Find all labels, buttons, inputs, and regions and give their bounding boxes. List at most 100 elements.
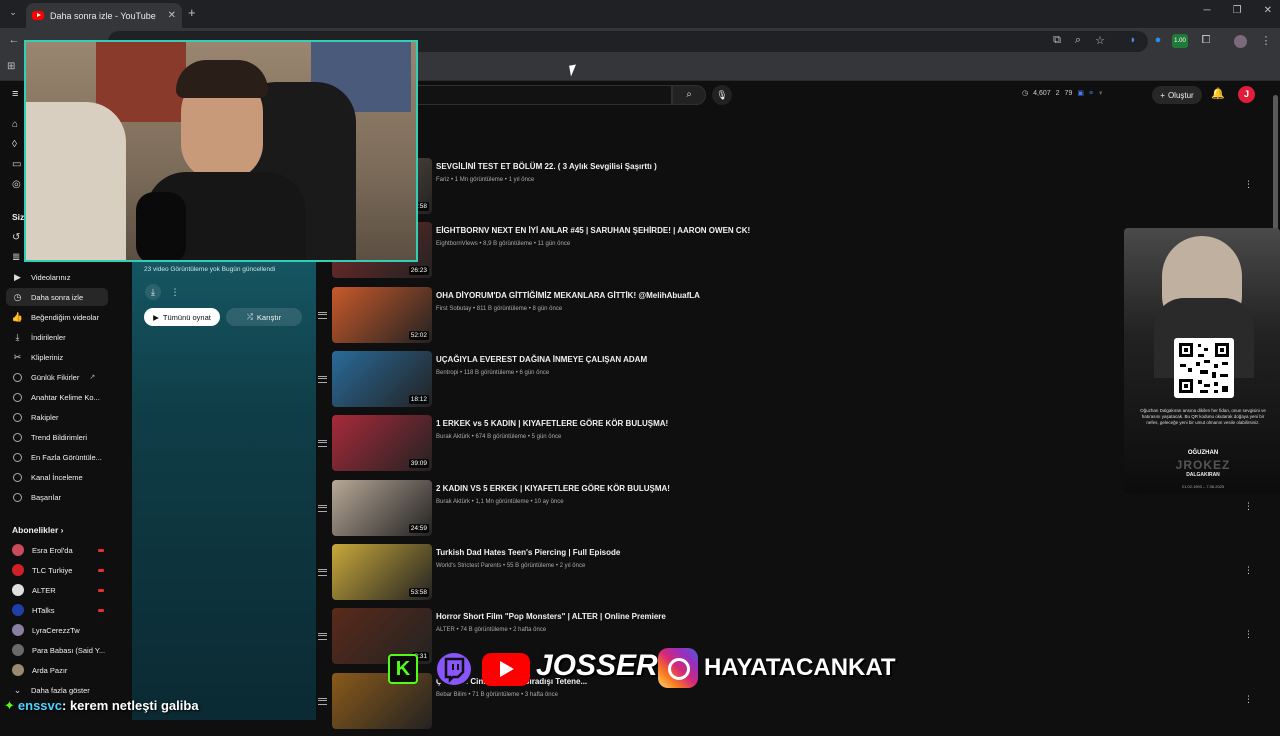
music-icon[interactable]: ◎ xyxy=(12,179,21,190)
video-thumbnail[interactable]: 18:12 xyxy=(332,351,432,407)
sidebar-item[interactable]: Anahtar Kelime Ko... xyxy=(6,388,108,406)
video-thumbnail[interactable]: 24:59 xyxy=(332,480,432,536)
browser-tab[interactable]: Daha sonra izle - YouTube ✕ xyxy=(26,3,182,28)
browser-menu-icon[interactable]: ⋮ xyxy=(1258,34,1274,47)
live-indicator-icon xyxy=(98,548,104,552)
video-title[interactable]: Turkish Dad Hates Teen's Piercing | Full… xyxy=(436,548,620,557)
sidebar-item[interactable]: ⤓ İndirilenler xyxy=(6,328,108,346)
extensions-puzzle-icon[interactable]: ⧠ xyxy=(1198,34,1214,47)
video-thumbnail[interactable]: 39:09 xyxy=(332,415,432,471)
instagram-logo-icon xyxy=(658,648,698,688)
sidebar-item[interactable]: ▶ Videolarınız xyxy=(6,268,108,286)
maximize-icon[interactable]: ❐ xyxy=(1233,5,1242,16)
sidebar-item[interactable]: Kanal İnceleme xyxy=(6,468,108,486)
drag-handle-icon[interactable] xyxy=(318,376,327,383)
video-title[interactable]: 2 KADIN VS 5 ERKEK | KIYAFETLERE GÖRE KÖ… xyxy=(436,484,670,493)
video-title[interactable]: SEVGİLİNİ TEST ET BÖLÜM 22. ( 3 Aylık Se… xyxy=(436,162,657,171)
kick-logo-icon: K xyxy=(388,654,418,684)
close-tab-icon[interactable]: ✕ xyxy=(168,10,176,21)
more-options-icon[interactable]: ⋮ xyxy=(1244,179,1253,190)
create-button[interactable]: + Oluştur xyxy=(1152,86,1202,104)
zoom-icon[interactable]: ⌕ xyxy=(1070,34,1086,47)
subscription-item[interactable]: Esra Erol'da xyxy=(6,541,108,559)
video-title[interactable]: UÇAĞIYLA EVEREST DAĞINA İNMEYE ÇALIŞAN A… xyxy=(436,355,647,364)
drag-handle-icon[interactable] xyxy=(318,440,327,447)
show-more-label: Daha fazla göster xyxy=(31,685,90,695)
subscription-item[interactable]: HTalks xyxy=(6,601,108,619)
back-icon[interactable]: ← xyxy=(6,34,22,46)
sidebar-item[interactable]: Trend Bildirimleri xyxy=(6,428,108,446)
subscription-item[interactable]: Arda Pazır xyxy=(6,661,108,679)
tab-search-icon[interactable]: ⌄ xyxy=(6,7,20,21)
video-title[interactable]: OHA DİYORUM'DA GİTTİĞİMİZ MEKANLARA GİTT… xyxy=(436,291,700,300)
playlists-icon[interactable]: ≣ xyxy=(12,252,20,263)
sidebar-item[interactable]: 👍 Beğendiğim videolar xyxy=(6,308,108,326)
drag-handle-icon[interactable] xyxy=(318,633,327,640)
sidebar-item-label: Daha sonra izle xyxy=(31,292,84,302)
apps-grid-icon[interactable]: ⊞ xyxy=(7,61,15,72)
sidebar-item[interactable]: Başarılar xyxy=(6,488,108,506)
play-all-label: Tümünü oynat xyxy=(162,312,211,322)
channel-avatar xyxy=(12,604,24,616)
extension-badge[interactable]: 1.00 xyxy=(1172,34,1188,48)
more-options-icon[interactable]: ⋮ xyxy=(1244,694,1253,705)
home-icon[interactable]: ⌂ xyxy=(12,119,18,130)
profile-avatar[interactable] xyxy=(1234,35,1247,48)
notifications-bell-icon[interactable]: 🔔 xyxy=(1211,87,1225,100)
extension-icon[interactable]: ≡ xyxy=(1089,90,1093,97)
video-icon: ▶ xyxy=(14,271,21,282)
voice-search-button[interactable]: 🎙 xyxy=(712,85,732,105)
subscription-item[interactable]: Para Babası (Said Y... xyxy=(6,641,108,659)
clock-icon: ◷ xyxy=(13,291,22,302)
bookmark-star-icon[interactable]: ☆ xyxy=(1092,34,1108,47)
drag-handle-icon[interactable] xyxy=(318,312,327,319)
install-app-icon[interactable]: ⧉ xyxy=(1049,34,1065,47)
video-meta: Bentropi • 118 B görüntüleme • 6 gün önc… xyxy=(436,370,550,376)
video-thumbnail[interactable]: 52:02 xyxy=(332,287,432,343)
show-more-button[interactable]: ⌄ Daha fazla göster xyxy=(6,681,108,699)
chevron-down-icon: ⌄ xyxy=(13,684,22,695)
more-options-icon[interactable]: ⋮ xyxy=(1244,565,1253,576)
drag-handle-icon[interactable] xyxy=(318,698,327,705)
extension-icon xyxy=(12,372,23,383)
extension-icon[interactable]: ◗ xyxy=(1125,34,1141,46)
drag-handle-icon[interactable] xyxy=(318,569,327,576)
sidebar-item[interactable]: Rakipler xyxy=(6,408,108,426)
subscription-item[interactable]: TLC Turkiye xyxy=(6,561,108,579)
video-title[interactable]: 1 ERKEK vs 5 KADIN | KIYAFETLERE GÖRE KÖ… xyxy=(436,419,668,428)
playlist-video-item[interactable]: 26:58 SEVGİLİNİ TEST ET BÖLÜM 22. ( 3 Ayl… xyxy=(316,157,1266,221)
extension-icon[interactable]: ● xyxy=(1150,34,1166,46)
shorts-icon[interactable]: ◊ xyxy=(12,139,17,150)
subscription-item[interactable]: ALTER xyxy=(6,581,108,599)
sidebar-item[interactable]: En Fazla Görüntüle... xyxy=(6,448,108,466)
sidebar-item[interactable]: Günlük Fikirler ↗ xyxy=(6,368,108,386)
sidebar-item[interactable]: ✂ Klipleriniz xyxy=(6,348,108,366)
video-title[interactable]: EİGHTBORNV NEXT EN İYİ ANLAR #45 | SARUH… xyxy=(436,226,750,235)
minimize-icon[interactable]: ─ xyxy=(1204,5,1211,16)
more-options-icon[interactable]: ⋮ xyxy=(1244,629,1253,640)
poster-name-mid: JROKEZ xyxy=(1175,458,1231,472)
subscriptions-icon[interactable]: ▭ xyxy=(12,159,21,170)
search-button[interactable]: ⌕ xyxy=(672,85,706,105)
download-icon[interactable]: ⤓ xyxy=(145,284,161,300)
new-tab-icon[interactable]: + xyxy=(188,5,196,20)
extension-icon[interactable]: ▣ xyxy=(1077,89,1084,97)
video-thumbnail[interactable]: 53:58 xyxy=(332,544,432,600)
you-heading: Siz xyxy=(12,212,25,222)
drag-handle-icon[interactable] xyxy=(318,505,327,512)
subscription-item[interactable]: LyraCerezzTw xyxy=(6,621,108,639)
shuffle-button[interactable]: ⤮ Karıştır xyxy=(226,308,302,326)
history-icon[interactable]: ↺ xyxy=(12,232,20,243)
download-icon: ⤓ xyxy=(15,331,20,342)
playlist-video-item[interactable]: 53:58 Turkish Dad Hates Teen's Piercing |… xyxy=(316,543,1266,607)
more-options-icon[interactable]: ⋮ xyxy=(1244,501,1253,512)
close-window-icon[interactable]: ✕ xyxy=(1264,5,1272,16)
hamburger-menu-icon[interactable]: ≡ xyxy=(12,88,18,100)
play-all-button[interactable]: ▶ Tümünü oynat xyxy=(144,308,220,326)
more-options-icon[interactable]: ⋮ xyxy=(167,284,183,300)
lightbulb-icon[interactable]: ♀ xyxy=(1098,90,1103,97)
video-title[interactable]: Horror Short Film "Pop Monsters" | ALTER… xyxy=(436,612,666,621)
subscriptions-heading[interactable]: Abonelikler › xyxy=(12,525,64,535)
sidebar-item[interactable]: ◷ Daha sonra izle xyxy=(6,288,108,306)
account-avatar[interactable]: J xyxy=(1238,86,1255,103)
